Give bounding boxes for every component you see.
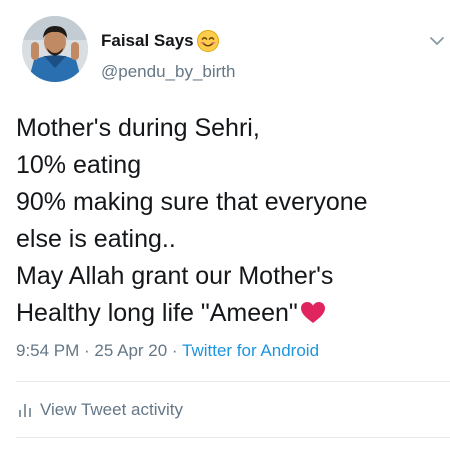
avatar-image [22, 16, 88, 82]
author-handle[interactable]: @pendu_by_birth [101, 62, 235, 82]
tweet-time[interactable]: 9:54 PM [16, 341, 79, 360]
chevron-down-icon[interactable] [428, 34, 446, 48]
divider [16, 437, 450, 438]
tweet-text-last-line: Healthy long life "Ameen" [16, 295, 436, 332]
tweet-text-line: Mother's during Sehri, [16, 114, 260, 142]
divider [16, 381, 450, 382]
smiling-face-with-smiling-eyes-icon [196, 29, 220, 53]
tweet-source-link[interactable]: Twitter for Android [182, 341, 319, 360]
bar-chart-icon [18, 402, 32, 418]
red-heart-icon [300, 298, 326, 323]
avatar[interactable] [22, 16, 88, 82]
author-display-name[interactable]: Faisal Says [101, 31, 194, 51]
tweet-text-line: 90% making sure that everyone [16, 188, 368, 216]
tweet-text: Mother's during Sehri, 10% eating 90% ma… [16, 110, 436, 332]
tweet-card: Faisal Says @pendu_by_birth Mother's dur… [0, 0, 450, 450]
tweet-text-line: Healthy long life "Ameen" [16, 299, 298, 327]
tweet-text-line: May Allah grant our Mother's [16, 262, 334, 290]
meta-separator: · [79, 341, 95, 360]
view-tweet-activity-button[interactable]: View Tweet activity [18, 400, 183, 420]
tweet-date[interactable]: 25 Apr 20 [94, 341, 167, 360]
meta-separator: · [167, 341, 183, 360]
author-name-row[interactable]: Faisal Says [101, 28, 220, 54]
view-tweet-activity-label[interactable]: View Tweet activity [40, 400, 183, 420]
tweet-text-line: 10% eating [16, 151, 142, 179]
tweet-text-line: else is eating.. [16, 225, 176, 253]
tweet-meta: 9:54 PM · 25 Apr 20 · Twitter for Androi… [16, 341, 319, 361]
